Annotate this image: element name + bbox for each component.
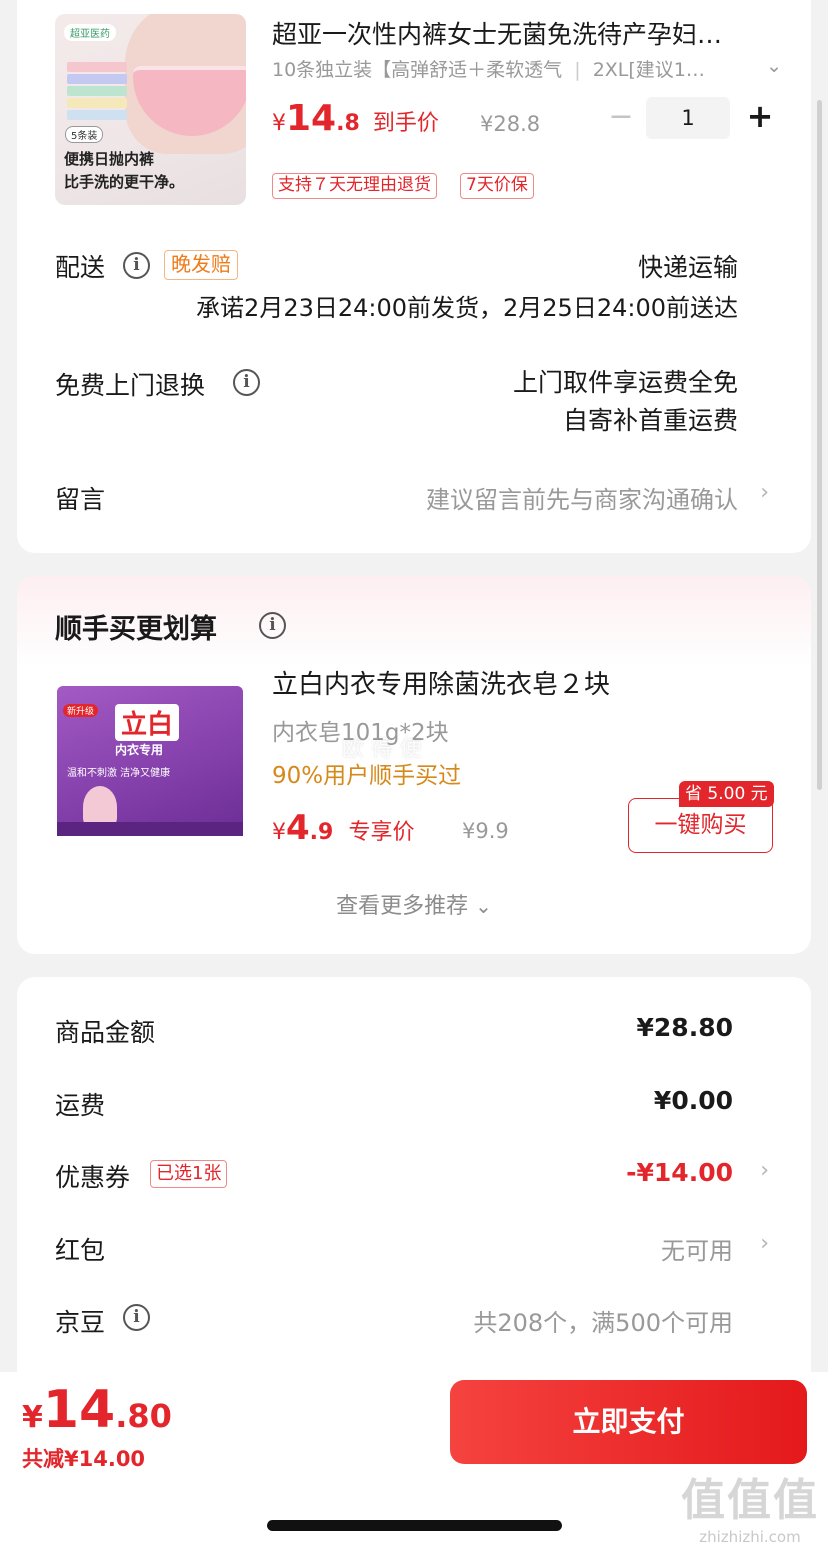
jd-bean-info-icon[interactable]: i <box>123 1304 150 1331</box>
returns-label: 免费上门退换 <box>55 371 206 400</box>
spec-divider: | <box>574 59 581 81</box>
pay-now-button[interactable]: 立即支付 <box>450 1380 807 1464</box>
addon-price: ¥4.9 专享价 <box>272 808 415 848</box>
scrollbar[interactable] <box>817 100 822 790</box>
quantity-minus-button[interactable]: − <box>605 98 637 138</box>
soap-sub: 内衣专用 <box>115 743 164 757</box>
quantity-input[interactable]: 1 <box>646 97 730 139</box>
coupon-value[interactable]: -¥14.00 <box>626 1158 733 1187</box>
product-spec-selector[interactable]: 10条独立装【高弹舒适＋柔软透气 | 2XL[建议1… ⌄ <box>272 55 782 85</box>
addon-card: 顺手买更划算 i 新升级 立白 内衣专用 温和不刺激 洁净又健康 欧 得 便 立… <box>17 576 811 954</box>
checkout-footer: ¥14.80 共减¥14.00 立即支付 值值值 zhizhizhi.com <box>0 1372 828 1549</box>
addon-title[interactable]: 立白内衣专用除菌洗衣皂２块 <box>272 664 610 701</box>
return-policy-tag: 支持７天无理由退货 <box>272 173 437 199</box>
total-price: ¥14.80 <box>22 1380 172 1440</box>
folded-stack <box>67 62 127 124</box>
message-label: 留言 <box>55 485 106 514</box>
product-brand-logo: 超亚医药 <box>64 24 116 41</box>
redpack-chevron-icon: › <box>760 1231 769 1256</box>
summary-card: 商品金额 ¥28.80 运费 ¥0.00 优惠券 已选1张 -¥14.00 › … <box>17 977 811 1397</box>
message-input[interactable]: 建议留言前先与商家沟通确认 <box>426 480 738 515</box>
redpack-label: 红包 <box>55 1236 106 1265</box>
soap-desc: 温和不刺激 洁净又健康 <box>67 768 171 779</box>
coupon-selected-badge: 已选1张 <box>150 1160 228 1188</box>
total-discount: 共减¥14.00 <box>22 1447 146 1471</box>
more-recommendations-link[interactable]: 查看更多推荐 ⌄ <box>17 888 811 920</box>
site-watermark: 值值值 zhizhizhi.com <box>681 1475 819 1546</box>
quantity-plus-button[interactable]: + <box>744 96 776 138</box>
image-slogan-2: 比手洗的更干净。 <box>64 173 185 191</box>
soap-strip <box>57 822 243 836</box>
message-chevron-icon: › <box>760 480 769 505</box>
delivery-label: 配送 <box>55 253 106 282</box>
addon-spec: 内衣皂101g*2块 <box>272 720 449 746</box>
addon-social-proof: 90%用户顺手买过 <box>272 763 462 789</box>
delivery-promise: 承诺2月23日24:00前发货，2月25日24:00前送达 <box>196 294 738 322</box>
addon-section-title: 顺手买更划算 <box>55 614 217 645</box>
price-protect-tag: 7天价保 <box>460 173 534 199</box>
returns-line-1: 上门取件享运费全免 <box>512 368 738 397</box>
chevron-down-icon: ⌄ <box>475 894 492 918</box>
save-badge: 省 5.00 元 <box>679 781 774 807</box>
product-spec: 10条独立装【高弹舒适＋柔软透气 <box>272 59 563 81</box>
new-upgrade-badge: 新升级 <box>63 704 99 717</box>
addon-product-image[interactable]: 新升级 立白 内衣专用 温和不刺激 洁净又健康 <box>55 666 245 856</box>
jd-bean-label: 京豆 <box>55 1308 106 1337</box>
addon-original-price: ¥9.9 <box>462 819 509 843</box>
shipping-label: 运费 <box>55 1091 106 1120</box>
redpack-value[interactable]: 无可用 <box>661 1231 733 1266</box>
returns-info-icon[interactable]: i <box>233 369 260 396</box>
product-original-price: ¥28.8 <box>480 112 541 136</box>
goods-amount-label: 商品金额 <box>55 1018 156 1047</box>
product-image[interactable]: 超亚医药 5条装 便携日抛内裤 比手洗的更干净。 <box>55 14 246 205</box>
coupon-label: 优惠券 <box>55 1163 131 1192</box>
jd-bean-value: 共208个，满500个可用 <box>473 1309 733 1337</box>
goods-amount-value: ¥28.80 <box>636 1013 733 1042</box>
product-price: ¥14.8 到手价 <box>272 98 439 139</box>
late-compensation-badge: 晚发赔 <box>164 250 238 280</box>
soap-brand: 立白 <box>115 704 180 741</box>
soap-package: 新升级 立白 内衣专用 温和不刺激 洁净又健康 <box>57 686 243 836</box>
delivery-info-icon[interactable]: i <box>123 252 150 279</box>
product-card: 超亚医药 5条装 便携日抛内裤 比手洗的更干净。 超亚一次性内裤女士无菌免洗待产… <box>17 0 811 553</box>
product-title[interactable]: 超亚一次性内裤女士无菌免洗待产孕妇… <box>272 15 782 51</box>
addon-info-icon[interactable]: i <box>259 612 286 639</box>
returns-line-2: 自寄补首重运费 <box>562 406 738 435</box>
image-slogan-1: 便携日抛内裤 <box>64 150 155 168</box>
product-size: 2XL[建议1… <box>592 59 705 81</box>
home-indicator <box>267 1520 562 1531</box>
coupon-chevron-icon: › <box>760 1158 769 1183</box>
chevron-down-icon: ⌄ <box>766 55 782 77</box>
pack-count-badge: 5条装 <box>65 126 104 143</box>
shipping-value: ¥0.00 <box>653 1086 733 1115</box>
delivery-method[interactable]: 快递运输 <box>638 248 738 284</box>
